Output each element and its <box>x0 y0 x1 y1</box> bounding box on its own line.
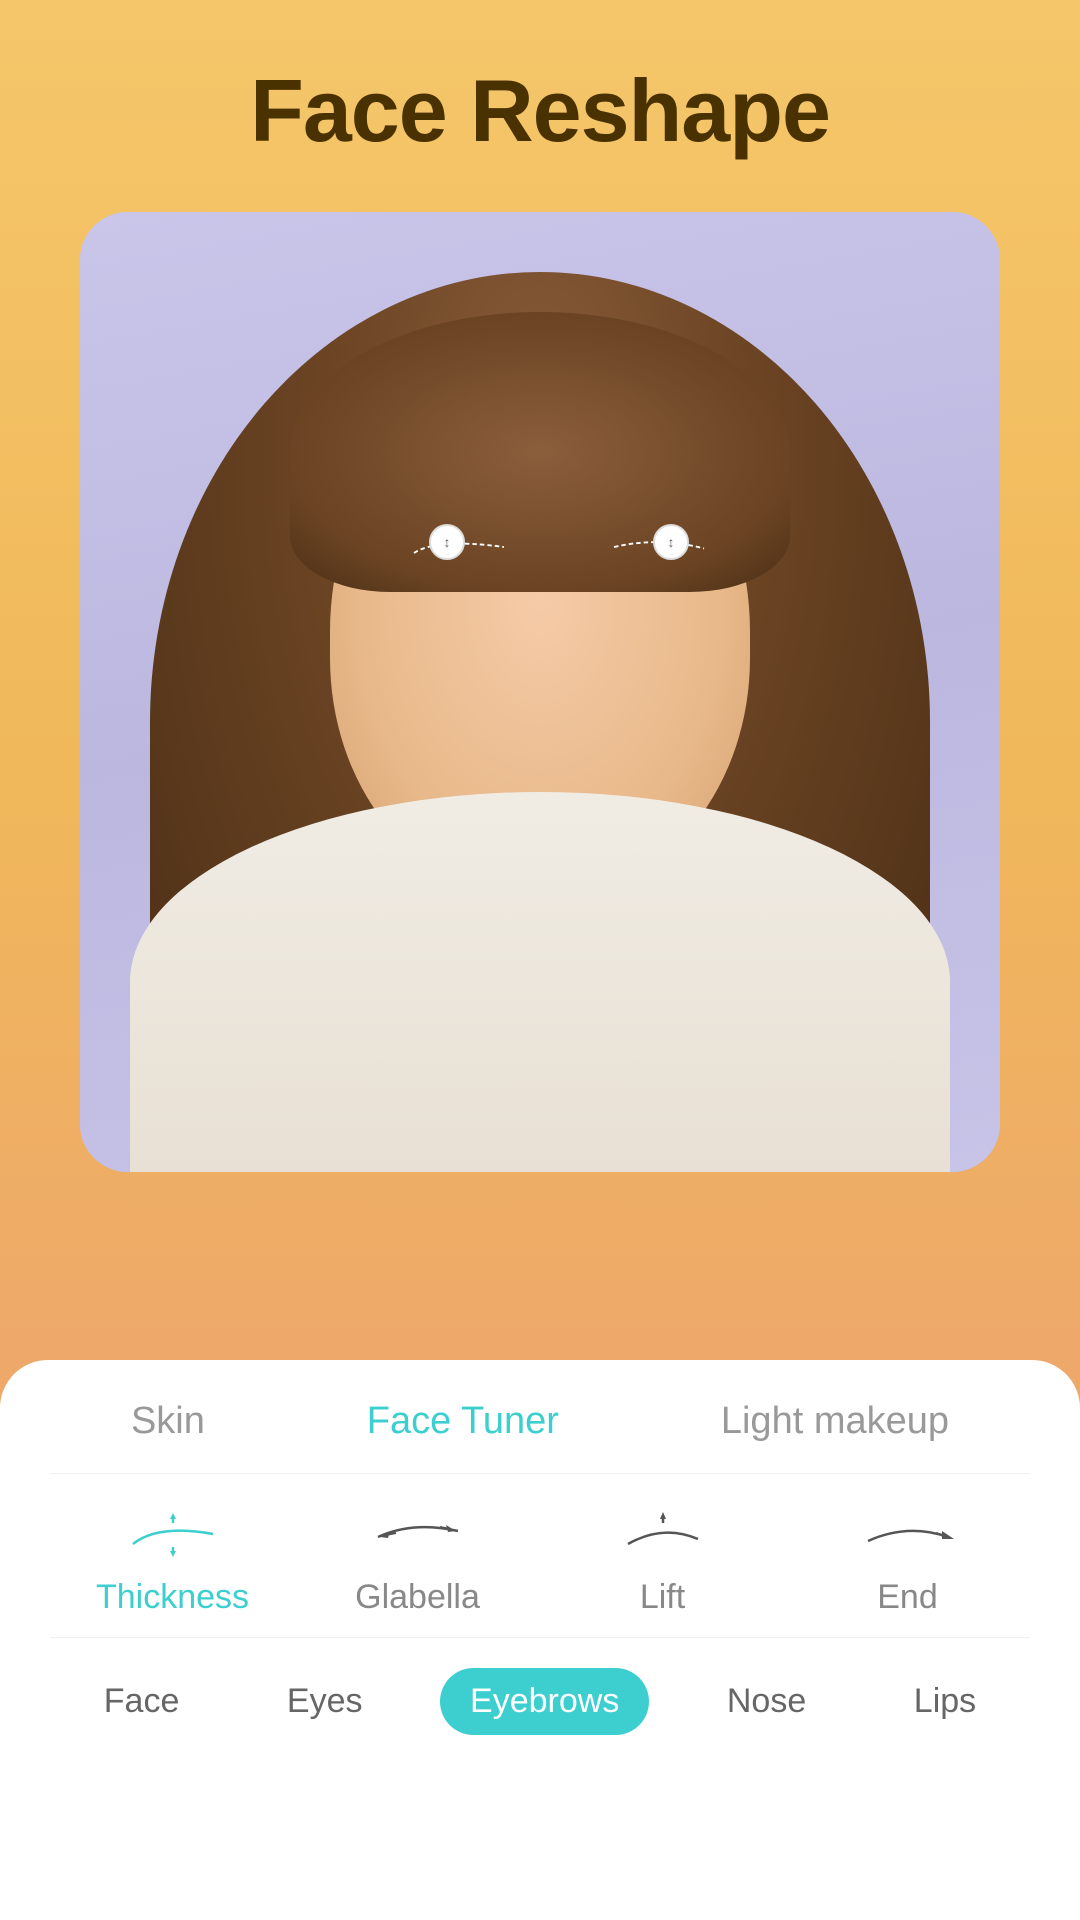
tool-thickness[interactable]: Thickness <box>73 1504 273 1617</box>
lift-icon <box>613 1504 713 1564</box>
tab-face-tuner[interactable]: Face Tuner <box>367 1400 559 1443</box>
left-eyebrow-handle[interactable]: ↕ <box>429 524 465 560</box>
category-lips[interactable]: Lips <box>884 1668 1006 1735</box>
right-eyebrow-handle[interactable]: ↕ <box>653 524 689 560</box>
tab-light-makeup[interactable]: Light makeup <box>721 1400 949 1443</box>
page-title: Face Reshape <box>250 60 830 162</box>
tool-lift[interactable]: Lift <box>563 1504 763 1617</box>
end-icon <box>858 1504 958 1564</box>
end-label: End <box>877 1578 938 1617</box>
lift-label: Lift <box>640 1578 685 1617</box>
left-eyebrow: ↕ <box>389 532 529 562</box>
eyebrow-overlay: ↕ ↕ <box>369 527 749 587</box>
glabella-icon <box>368 1504 468 1564</box>
category-nose[interactable]: Nose <box>697 1668 836 1735</box>
bottom-panel: Skin Face Tuner Light makeup Thickness <box>0 1360 1080 1920</box>
photo-card: ↕ ↕ <box>80 212 1000 1172</box>
tab-row: Skin Face Tuner Light makeup <box>50 1400 1030 1474</box>
category-eyebrows[interactable]: Eyebrows <box>440 1668 649 1735</box>
tab-skin[interactable]: Skin <box>131 1400 205 1443</box>
right-eyebrow: ↕ <box>589 532 729 562</box>
tool-row: Thickness Glabella <box>50 1474 1030 1638</box>
tool-glabella[interactable]: Glabella <box>318 1504 518 1617</box>
portrait-image: ↕ ↕ <box>80 212 1000 1172</box>
glabella-label: Glabella <box>355 1578 480 1617</box>
thickness-icon <box>123 1504 223 1564</box>
category-eyes[interactable]: Eyes <box>257 1668 393 1735</box>
tool-end[interactable]: End <box>808 1504 1008 1617</box>
category-face[interactable]: Face <box>74 1668 210 1735</box>
category-row: Face Eyes Eyebrows Nose Lips <box>50 1638 1030 1735</box>
thickness-label: Thickness <box>96 1578 249 1617</box>
